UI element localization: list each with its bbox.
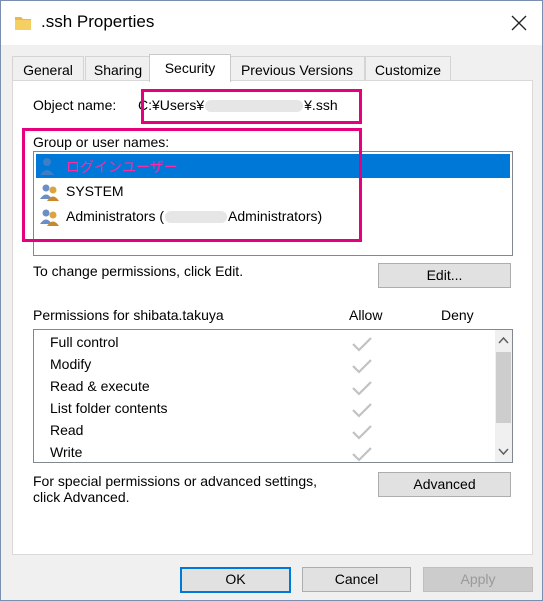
- tab-customize[interactable]: Customize: [365, 56, 451, 81]
- scrollbar-thumb[interactable]: [496, 352, 511, 423]
- change-permissions-text: To change permissions, click Edit.: [33, 263, 244, 279]
- permission-list-folder-contents: List folder contents: [50, 400, 168, 416]
- special-permissions-text-line1: For special permissions or advanced sett…: [33, 473, 318, 489]
- allow-check-icon: [352, 381, 372, 396]
- close-button[interactable]: [496, 1, 542, 45]
- permissions-list: Full control Modify Read & execute List …: [33, 329, 513, 463]
- allow-check-icon: [352, 403, 372, 418]
- permissions-for-label: Permissions for shibata.takuya: [33, 307, 224, 323]
- permission-modify: Modify: [50, 356, 92, 372]
- allow-check-icon: [352, 447, 372, 462]
- properties-dialog: .ssh Properties General Sharing Security…: [0, 0, 543, 601]
- permission-read: Read: [50, 422, 84, 438]
- principals-highlight: [22, 128, 362, 242]
- ok-button[interactable]: OK: [180, 567, 291, 593]
- edit-button[interactable]: Edit...: [378, 263, 511, 288]
- title-bar: .ssh Properties: [1, 1, 542, 45]
- permissions-scrollbar[interactable]: [495, 330, 512, 462]
- scroll-down-icon[interactable]: [495, 443, 512, 460]
- allow-header: Allow: [349, 307, 383, 323]
- permission-full-control: Full control: [50, 334, 119, 350]
- window-title: .ssh Properties: [41, 12, 155, 31]
- permission-read-execute: Read & execute: [50, 378, 150, 394]
- allow-check-icon: [352, 337, 372, 352]
- special-permissions-text-line2: click Advanced.: [33, 489, 130, 505]
- apply-button[interactable]: Apply: [423, 567, 533, 592]
- allow-check-icon: [352, 359, 372, 374]
- permission-write: Write: [50, 444, 83, 460]
- tab-general[interactable]: General: [12, 56, 84, 81]
- tab-security[interactable]: Security: [149, 54, 231, 82]
- object-name-highlight: [141, 89, 362, 124]
- tab-previous-versions[interactable]: Previous Versions: [229, 56, 365, 81]
- cancel-button[interactable]: Cancel: [302, 567, 411, 592]
- scroll-up-icon[interactable]: [495, 332, 512, 349]
- allow-check-icon: [352, 425, 372, 440]
- close-icon: [511, 15, 527, 31]
- tab-sharing[interactable]: Sharing: [85, 56, 151, 81]
- folder-icon: [14, 14, 32, 32]
- deny-header: Deny: [441, 307, 474, 323]
- advanced-button[interactable]: Advanced: [378, 472, 511, 497]
- object-name-label: Object name:: [33, 97, 117, 113]
